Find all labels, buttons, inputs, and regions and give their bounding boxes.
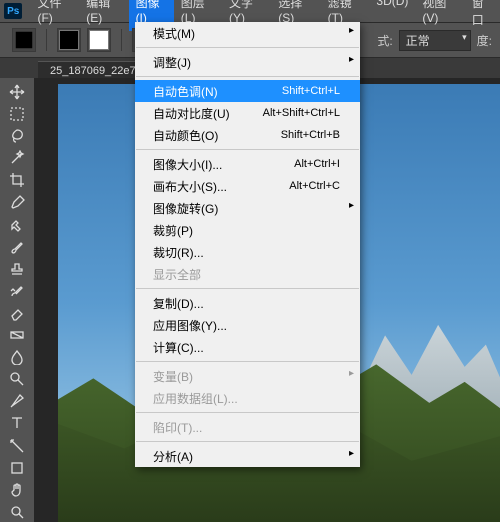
- tool-type[interactable]: [4, 413, 30, 433]
- menu-item-10[interactable]: 图像旋转(G): [135, 197, 360, 219]
- bg-swatch[interactable]: [87, 28, 111, 52]
- menu-item-0[interactable]: 模式(M): [135, 22, 360, 44]
- tool-zoom[interactable]: [4, 502, 30, 522]
- tool-stamp[interactable]: [4, 259, 30, 279]
- menu-item-8[interactable]: 图像大小(I)...Alt+Ctrl+I: [135, 153, 360, 175]
- tool-hand[interactable]: [4, 480, 30, 500]
- menu-item-11[interactable]: 裁剪(P): [135, 219, 360, 241]
- tool-preset-icon[interactable]: [12, 28, 36, 52]
- menu-item-4[interactable]: 自动色调(N)Shift+Ctrl+L: [135, 80, 360, 102]
- tool-lasso[interactable]: [4, 126, 30, 146]
- menu-item-13: 显示全部: [135, 263, 360, 285]
- fg-swatch[interactable]: [57, 28, 81, 52]
- menu-item-20: 应用数据组(L)...: [135, 387, 360, 409]
- opacity-label: 度:: [477, 32, 492, 49]
- menu-item-22: 陷印(T)...: [135, 416, 360, 438]
- tool-brush[interactable]: [4, 237, 30, 257]
- tools-panel: [0, 78, 34, 522]
- app-logo: Ps: [4, 3, 22, 19]
- menu-item-19: 变量(B): [135, 365, 360, 387]
- menu-item-12[interactable]: 裁切(R)...: [135, 241, 360, 263]
- menu-8[interactable]: 视图(V): [415, 0, 464, 31]
- menu-item-24[interactable]: 分析(A): [135, 445, 360, 467]
- menu-item-9[interactable]: 画布大小(S)...Alt+Ctrl+C: [135, 175, 360, 197]
- menu-item-6[interactable]: 自动颜色(O)Shift+Ctrl+B: [135, 124, 360, 146]
- tool-blur[interactable]: [4, 347, 30, 367]
- tool-crop[interactable]: [4, 170, 30, 190]
- tool-heal[interactable]: [4, 215, 30, 235]
- blend-mode-select[interactable]: 正常: [399, 30, 471, 51]
- menu-item-2[interactable]: 调整(J): [135, 51, 360, 73]
- image-menu-dropdown: 模式(M) 调整(J) 自动色调(N)Shift+Ctrl+L自动对比度(U)Alt…: [135, 22, 360, 467]
- tool-pen[interactable]: [4, 391, 30, 411]
- menu-9[interactable]: 窗口: [465, 0, 500, 31]
- menu-0[interactable]: 文件(F): [30, 0, 79, 31]
- tool-dodge[interactable]: [4, 369, 30, 389]
- tool-path[interactable]: [4, 436, 30, 456]
- tool-gradient[interactable]: [4, 325, 30, 345]
- tool-eyedrop[interactable]: [4, 192, 30, 212]
- menu-7[interactable]: 3D(D): [369, 0, 415, 31]
- tool-move[interactable]: [4, 82, 30, 102]
- menu-item-5[interactable]: 自动对比度(U)Alt+Shift+Ctrl+L: [135, 102, 360, 124]
- tool-wand[interactable]: [4, 148, 30, 168]
- menu-item-17[interactable]: 计算(C)...: [135, 336, 360, 358]
- menu-1[interactable]: 编辑(E): [79, 0, 128, 31]
- tool-marquee[interactable]: [4, 104, 30, 124]
- tool-rect[interactable]: [4, 458, 30, 478]
- menu-item-16[interactable]: 应用图像(Y)...: [135, 314, 360, 336]
- menu-item-15[interactable]: 复制(D)...: [135, 292, 360, 314]
- menu-bar: Ps 文件(F)编辑(E)图像(I)图层(L)文字(Y)选择(S)滤镜(T)3D…: [0, 0, 500, 23]
- tool-history[interactable]: [4, 281, 30, 301]
- tool-eraser[interactable]: [4, 303, 30, 323]
- mode-label: 式:: [377, 32, 392, 49]
